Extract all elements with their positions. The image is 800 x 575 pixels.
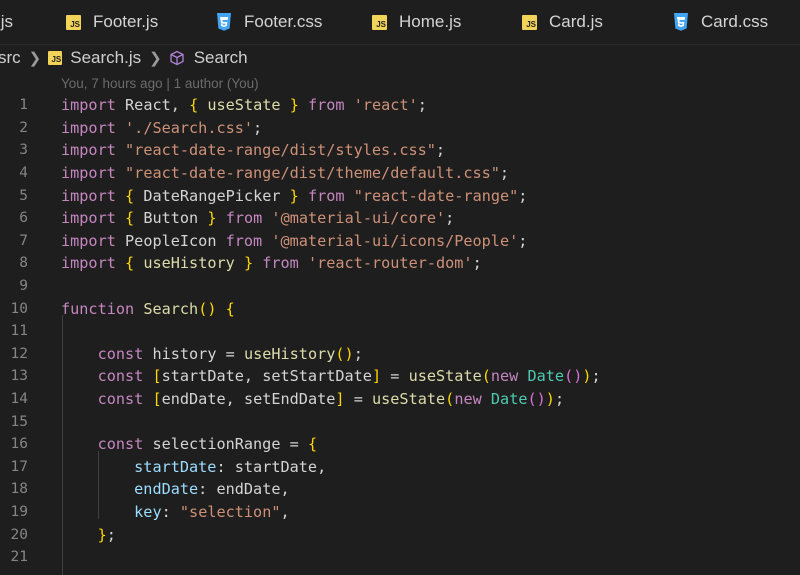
code-line-3[interactable]: 3 import "react-date-range/dist/styles.cs… [0,139,800,162]
code-text: import './Search.css'; [61,118,263,137]
editor-tab-bar: .js JS Footer.js Footer.css JS Home.js J… [0,0,800,45]
line-number: 18 [10,481,28,498]
code-text: startDate: startDate, [134,457,327,476]
js-file-icon: JS [372,14,387,30]
code-text: import { DateRangePicker } from "react-d… [61,186,528,205]
line-number: 2 [19,119,28,136]
code-text: import React, { useState } from 'react'; [61,96,427,115]
code-editor[interactable]: 1 import React, { useState } from 'react'… [0,94,800,575]
code-text: const [startDate, setStartDate] = useSta… [97,367,601,386]
line-number: 12 [10,345,28,362]
line-number: 8 [19,255,28,272]
tab-label: Footer.css [244,12,323,31]
symbol-cube-icon [170,50,184,66]
line-number: 10 [10,300,28,317]
line-number: 19 [10,504,28,521]
code-line-20[interactable]: 20 }; [0,523,800,546]
tab-label: .js [0,12,13,31]
line-number: 17 [10,458,28,475]
breadcrumb: src ❯ JS Search.js ❯ Search [0,45,800,71]
line-number: 5 [19,187,28,204]
tab-label: Card.css [701,12,769,31]
line-number: 1 [19,97,28,114]
code-text: function Search() { [61,299,235,318]
code-line-19[interactable]: 19 key: "selection", [0,501,800,524]
code-line-9[interactable]: 9 [0,275,800,298]
code-line-13[interactable]: 13 const [startDate, setStartDate] = use… [0,365,800,388]
line-number: 13 [10,368,28,385]
tab-home-js[interactable]: JS Home.js [372,0,461,44]
breadcrumb-file[interactable]: Search.js [70,48,141,68]
chevron-right-icon: ❯ [149,50,162,67]
line-number: 4 [19,165,28,182]
code-line-6[interactable]: 6 import { Button } from '@material-ui/co… [0,207,800,230]
line-number: 3 [19,142,28,159]
code-text: import { Button } from '@material-ui/cor… [61,209,455,228]
line-number: 6 [19,210,28,227]
code-text: import "react-date-range/dist/styles.css… [61,141,446,160]
code-line-16[interactable]: 16 const selectionRange = { [0,433,800,456]
line-number: 11 [10,323,28,340]
line-number: 9 [19,278,28,295]
code-line-8[interactable]: 8 import { useHistory } from 'react-route… [0,252,800,275]
code-line-18[interactable]: 18 endDate: endDate, [0,478,800,501]
code-text: }; [97,525,116,544]
breadcrumb-symbol[interactable]: Search [194,48,248,68]
line-number: 21 [10,549,28,566]
js-file-icon: JS [66,14,81,30]
code-text: const history = useHistory(); [97,344,363,363]
js-file-icon: JS [48,51,63,65]
tab-card-css[interactable]: Card.css [673,0,768,44]
js-file-icon: JS [522,14,537,30]
code-line-12[interactable]: 12 const history = useHistory(); [0,343,800,366]
code-line-5[interactable]: 5 import { DateRangePicker } from "react-… [0,184,800,207]
tab-label: Home.js [399,12,462,31]
tab-label: Card.js [549,12,603,31]
css-file-icon [217,13,231,31]
breadcrumb-folder-src[interactable]: src [0,48,21,68]
chevron-right-icon: ❯ [28,50,42,67]
codelens-blame[interactable]: You, 7 hours ago | 1 author (You) [61,76,259,91]
code-text: import PeopleIcon from '@material-ui/ico… [61,231,528,250]
tab-footer-css[interactable]: Footer.css [216,0,322,44]
css-file-icon [674,13,688,31]
code-line-7[interactable]: 7 import PeopleIcon from '@material-ui/ic… [0,230,800,253]
tab-label: Footer.js [93,12,159,31]
code-line-1[interactable]: 1 import React, { useState } from 'react'… [0,94,800,117]
code-text: import "react-date-range/dist/theme/defa… [61,164,510,183]
line-number: 7 [19,232,28,249]
code-text: const [endDate, setEndDate] = useState(n… [97,390,565,409]
code-text: key: "selection", [134,503,290,522]
tab-card-js[interactable]: JS Card.js [522,0,603,44]
line-number: 14 [10,391,28,408]
code-text: import { useHistory } from 'react-router… [61,254,482,273]
code-line-17[interactable]: 17 startDate: startDate, [0,456,800,479]
line-number: 20 [10,526,28,543]
code-line-10[interactable]: 10 function Search() { [0,297,800,320]
code-line-21[interactable]: 21 [0,546,800,569]
tab-search-js-partial[interactable]: .js [0,0,13,44]
code-text: endDate: endDate, [134,480,290,499]
code-line-11[interactable]: 11 [0,320,800,343]
code-line-14[interactable]: 14 const [endDate, setEndDate] = useStat… [0,388,800,411]
code-text: const selectionRange = { [97,435,318,454]
line-number: 15 [10,413,28,430]
tab-footer-js[interactable]: JS Footer.js [66,0,158,44]
code-line-2[interactable]: 2 import './Search.css'; [0,117,800,140]
code-line-15[interactable]: 15 [0,410,800,433]
line-number: 16 [10,436,28,453]
code-line-4[interactable]: 4 import "react-date-range/dist/theme/def… [0,162,800,185]
